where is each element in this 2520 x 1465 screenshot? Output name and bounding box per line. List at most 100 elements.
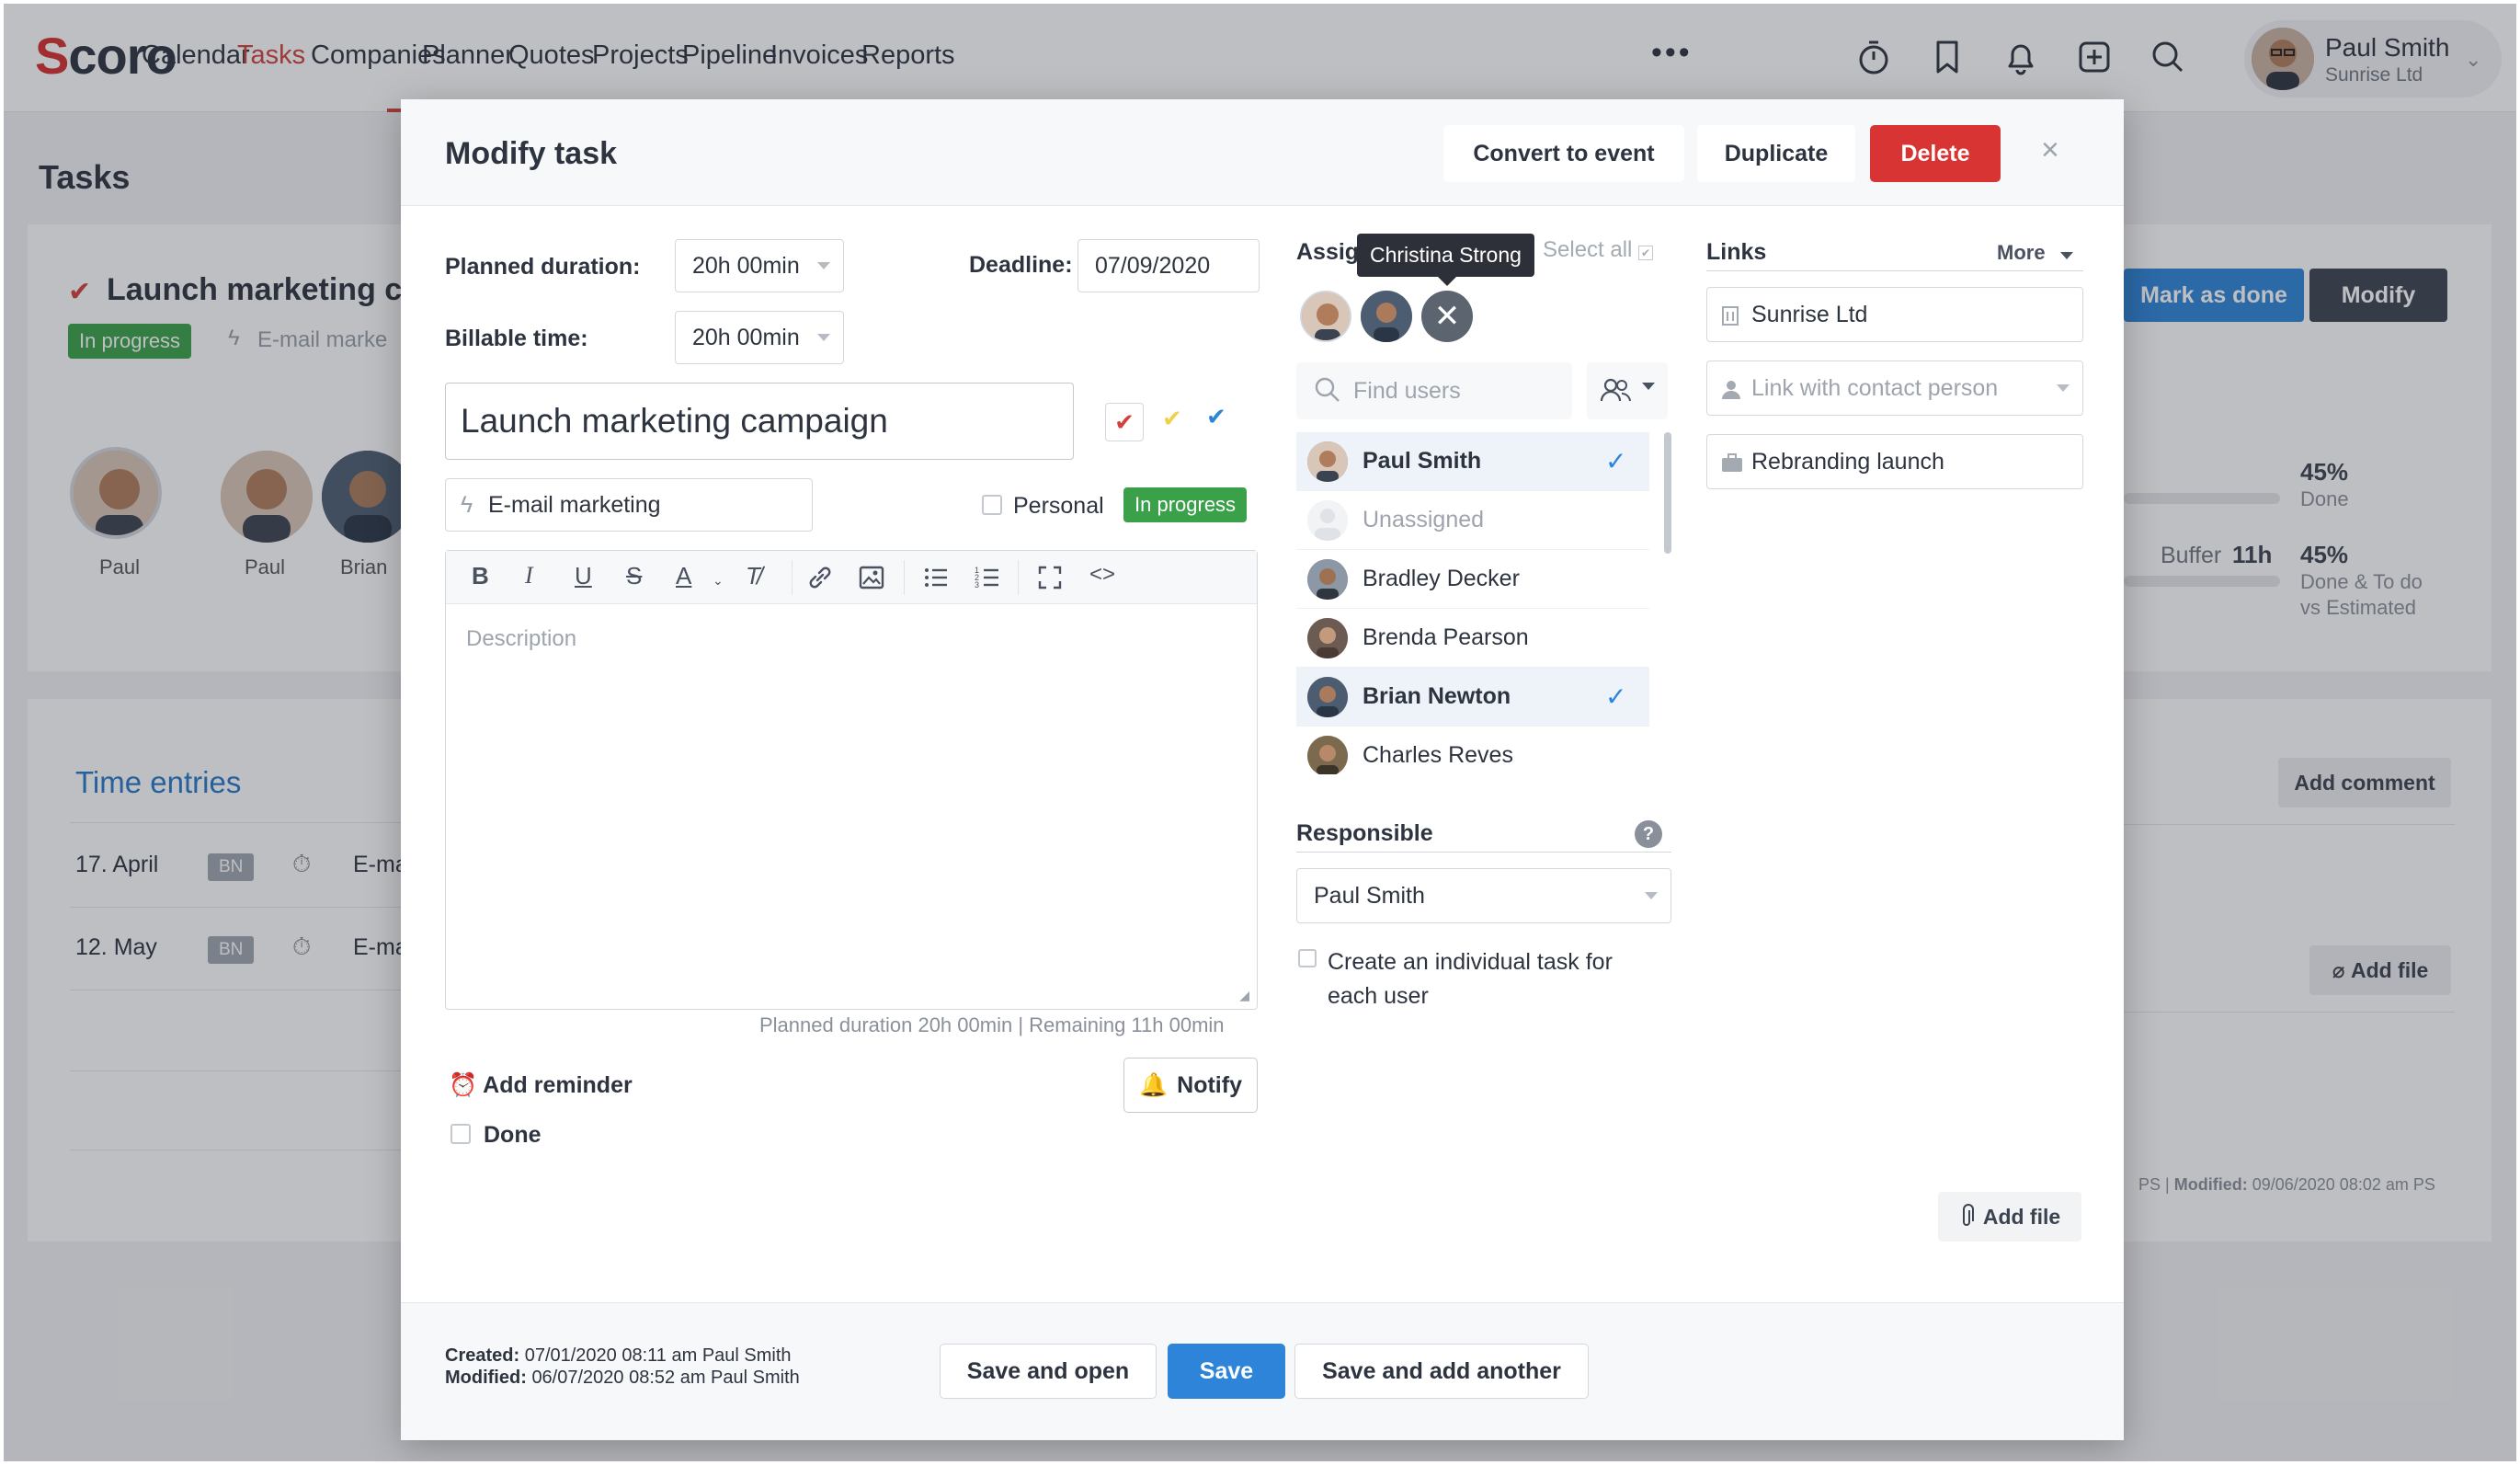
planned-duration-select[interactable]: 20h 00min [675, 239, 844, 292]
billable-time-label: Billable time: [445, 326, 588, 351]
building-icon [1722, 306, 1739, 326]
user-option-name: Unassigned [1363, 507, 1485, 532]
person-icon [1722, 381, 1740, 399]
avatar [1307, 558, 1348, 600]
chevron-down-icon [817, 262, 830, 269]
check-icon: ✓ [1605, 447, 1627, 475]
project-link-field[interactable]: Rebranding launch [1706, 434, 2083, 489]
code-icon[interactable]: <> [1089, 562, 1115, 588]
links-more-dropdown[interactable]: More [1997, 241, 2073, 265]
assigned-user-avatar[interactable] [1300, 291, 1351, 342]
task-name-input[interactable]: Launch marketing campaign [445, 383, 1074, 460]
individual-task-checkbox[interactable] [1298, 949, 1317, 967]
chevron-down-icon[interactable]: ⌄ [713, 573, 724, 589]
link-icon[interactable] [806, 564, 834, 591]
user-option-name: Brenda Pearson [1363, 624, 1529, 650]
responsible-select[interactable]: Paul Smith [1296, 868, 1671, 923]
alarm-clock-icon: ⏰ [449, 1072, 478, 1098]
description-editor[interactable]: B I U S A ⌄ T̸ 123 <> Description ◢ [445, 550, 1258, 1010]
responsible-value: Paul Smith [1314, 882, 1425, 909]
save-and-open-button[interactable]: Save and open [940, 1344, 1157, 1399]
deadline-input[interactable]: 07/09/2020 [1078, 239, 1260, 292]
modify-task-modal: Modify task Convert to event Duplicate D… [401, 99, 2124, 1440]
user-option-brenda-pearson[interactable]: Brenda Pearson [1296, 609, 1649, 668]
underline-icon[interactable]: U [575, 562, 592, 590]
done-label: Done [484, 1122, 542, 1148]
modified-label: Modified: [445, 1368, 527, 1388]
contact-person-placeholder: Link with contact person [1751, 374, 1999, 401]
user-option-paul-smith[interactable]: Paul Smith ✓ [1296, 432, 1649, 491]
select-all-checkbox[interactable]: ✔ [1638, 246, 1654, 260]
chevron-down-icon [817, 334, 830, 341]
italic-icon[interactable]: I [525, 562, 533, 589]
divider [1706, 270, 2083, 271]
user-option-unassigned[interactable]: Unassigned [1296, 491, 1649, 550]
status-badge[interactable]: In progress [1123, 487, 1248, 522]
company-link-field[interactable]: Sunrise Ltd [1706, 287, 2083, 342]
check-icon: ✓ [1605, 682, 1627, 711]
chevron-down-icon [2059, 252, 2073, 259]
contact-person-select[interactable]: Link with contact person [1706, 361, 2083, 416]
text-color-icon[interactable]: A [676, 562, 691, 590]
remove-assignee-icon[interactable]: ✕ [1421, 291, 1473, 342]
avatar [1307, 735, 1348, 774]
add-file-button[interactable]: Add file [1938, 1192, 2081, 1242]
user-option-bradley-decker[interactable]: Bradley Decker [1296, 550, 1649, 609]
find-users-placeholder: Find users [1353, 377, 1461, 404]
done-checkbox[interactable] [450, 1124, 471, 1144]
duration-note: Planned duration 20h 00min | Remaining 1… [759, 1013, 1225, 1036]
numbered-list-icon[interactable]: 123 [974, 564, 1001, 591]
duplicate-button[interactable]: Duplicate [1697, 125, 1855, 182]
users-group-icon [1600, 378, 1631, 402]
user-option-name: Bradley Decker [1363, 566, 1520, 591]
modal-title: Modify task [445, 136, 618, 171]
project-select[interactable]: ϟ E-mail marketing [445, 478, 813, 532]
bullet-list-icon[interactable] [922, 564, 950, 591]
save-and-add-another-button[interactable]: Save and add another [1294, 1344, 1589, 1399]
bell-icon: 🔔 [1139, 1071, 1169, 1098]
company-link-value: Sunrise Ltd [1751, 301, 1868, 327]
assigned-user-avatar[interactable] [1361, 291, 1412, 342]
editor-toolbar: B I U S A ⌄ T̸ 123 <> [446, 551, 1257, 604]
individual-task-label: Create an individual task for each user [1328, 949, 1613, 1009]
modal-footer: Created: 07/01/2020 08:11 am Paul Smith … [401, 1302, 2124, 1440]
add-file-label: Add file [1982, 1204, 2061, 1229]
user-list-scrollbar[interactable] [1664, 432, 1671, 554]
color-blue-check-icon[interactable]: ✔ [1206, 403, 1226, 431]
save-button[interactable]: Save [1168, 1344, 1285, 1399]
select-all-toggle[interactable]: Select all ✔ [1543, 237, 1654, 263]
chevron-down-icon [2057, 384, 2070, 392]
toolbar-separator [904, 560, 905, 595]
convert-to-event-button[interactable]: Convert to event [1443, 125, 1684, 182]
image-icon[interactable] [858, 564, 885, 591]
user-option-brian-newton[interactable]: Brian Newton ✓ [1296, 668, 1649, 727]
user-groups-button[interactable] [1587, 362, 1668, 419]
bold-icon[interactable]: B [472, 562, 489, 590]
notify-button[interactable]: 🔔 Notify [1123, 1058, 1258, 1113]
toolbar-separator [1018, 560, 1019, 595]
close-icon[interactable]: × [2041, 132, 2059, 168]
color-red-check-icon[interactable]: ✔ [1105, 403, 1144, 441]
find-users-input[interactable]: Find users [1296, 362, 1572, 419]
add-reminder-button[interactable]: ⏰ Add reminder [449, 1072, 633, 1099]
color-yellow-check-icon[interactable]: ✔ [1162, 405, 1182, 433]
strikethrough-icon[interactable]: S [626, 562, 642, 590]
planned-duration-label: Planned duration: [445, 254, 641, 280]
avatar [1307, 441, 1348, 482]
avatar [1307, 617, 1348, 658]
created-info: Created: 07/01/2020 08:11 am Paul Smith [445, 1345, 792, 1367]
delete-button[interactable]: Delete [1870, 125, 2001, 182]
chevron-down-icon [1645, 892, 1658, 899]
billable-time-select[interactable]: 20h 00min [675, 311, 844, 364]
links-more-label: More [1997, 241, 2046, 264]
resize-handle-icon[interactable]: ◢ [1239, 988, 1249, 1003]
fullscreen-icon[interactable] [1036, 564, 1064, 591]
modified-value: 06/07/2020 08:52 am Paul Smith [531, 1368, 800, 1388]
personal-checkbox[interactable] [982, 495, 1002, 515]
links-label: Links [1706, 239, 1767, 265]
user-option-charles-reves[interactable]: Charles Reves [1296, 727, 1649, 774]
clear-format-icon[interactable]: T̸ [746, 562, 760, 590]
help-icon[interactable]: ? [1635, 820, 1662, 848]
user-option-name: Brian Newton [1363, 683, 1511, 709]
add-reminder-label: Add reminder [483, 1072, 633, 1098]
